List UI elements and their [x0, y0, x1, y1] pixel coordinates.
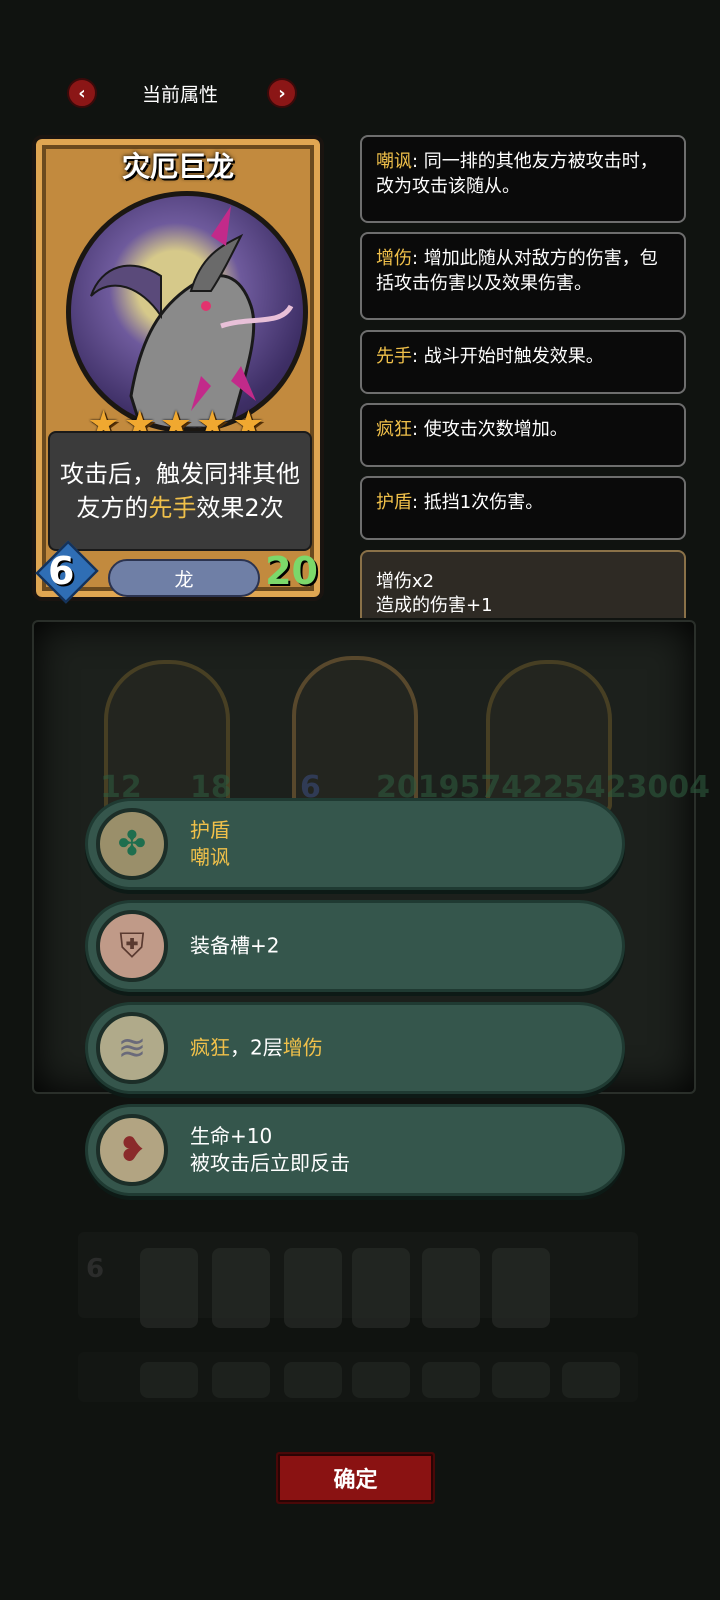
- keyword-taunt: 嘲讽: 同一排的其他友方被攻击时，改为攻击该随从。: [360, 135, 686, 223]
- prev-button[interactable]: ‹: [67, 78, 97, 108]
- buff-line-2: 造成的伤害+1: [376, 595, 493, 616]
- option-line: 嘲讽: [190, 845, 230, 869]
- option-line: 护盾: [190, 818, 230, 842]
- bg-mini-card: [284, 1248, 342, 1328]
- attack-value: 6: [48, 549, 75, 593]
- bg-mini-card: [562, 1362, 620, 1398]
- option-health-counter[interactable]: ❥ 生命+10 被攻击后立即反击: [85, 1104, 625, 1196]
- bg-mini-card: [140, 1248, 198, 1328]
- option-keyword: 疯狂: [190, 1035, 230, 1060]
- bg-mini-card: [422, 1362, 480, 1398]
- option-keyword: 增伤: [282, 1035, 323, 1060]
- keyword-first-strike: 先手: 战斗开始时触发效果。: [360, 330, 686, 394]
- bg-mini-card: [140, 1362, 198, 1398]
- option-line: 生命+10: [190, 1124, 273, 1148]
- health-value: 20: [265, 549, 318, 593]
- minion-card: 灾厄巨龙 ★★★★★ 攻击后，触发同排其他友方的先手效果2次 6 龙 20: [32, 135, 324, 604]
- keyword-shield: 护盾: 抵挡1次伤害。: [360, 476, 686, 540]
- race-tag: 龙: [108, 559, 260, 597]
- bg-mini-card: [492, 1248, 550, 1328]
- option-text: 疯狂，2层增伤: [190, 1035, 323, 1062]
- keyword-text: : 同一排的其他友方被攻击时，改为攻击该随从。: [376, 151, 658, 197]
- keyword-text: : 抵挡1次伤害。: [412, 492, 544, 513]
- option-shield-taunt[interactable]: ✤ 护盾 嘲讽: [85, 798, 625, 890]
- buff-line-1: 增伤x2: [376, 571, 435, 592]
- next-button[interactable]: ›: [267, 78, 297, 108]
- bg-mini-num: 6: [86, 1254, 105, 1284]
- keyword-name: 护盾: [376, 492, 412, 513]
- dragon-portrait: [66, 191, 308, 433]
- keyword-frenzy: 疯狂: 使攻击次数增加。: [360, 403, 686, 467]
- keyword-name: 疯狂: [376, 419, 412, 440]
- option-plain: ，2层: [230, 1035, 283, 1060]
- heart-claw-icon: ❥: [96, 1114, 168, 1186]
- option-equip-slot[interactable]: ⛨ 装备槽+2: [85, 900, 625, 992]
- keyword-text: : 战斗开始时触发效果。: [412, 346, 604, 367]
- keyword-name: 增伤: [376, 248, 412, 269]
- card-description: 攻击后，触发同排其他友方的先手效果2次: [48, 431, 312, 551]
- bg-mini-card: [492, 1362, 550, 1398]
- keyword-name: 先手: [376, 346, 412, 367]
- page-title: 当前属性: [141, 84, 218, 106]
- keyword-text: : 使攻击次数增加。: [412, 419, 568, 440]
- shield-creature-icon: ✤: [96, 808, 168, 880]
- bg-mini-card: [212, 1362, 270, 1398]
- armor-icon: ⛨: [96, 910, 168, 982]
- desc-keyword: 先手: [148, 494, 197, 522]
- confirm-button[interactable]: 确定: [276, 1452, 435, 1504]
- bg-mini-card: [422, 1248, 480, 1328]
- desc-text-2: 效果2次: [196, 494, 284, 522]
- option-text: 护盾 嘲讽: [190, 817, 230, 871]
- claw-icon: ≋: [96, 1012, 168, 1084]
- keyword-name: 嘲讽: [376, 151, 412, 172]
- option-frenzy-boost[interactable]: ≋ 疯狂，2层增伤: [85, 1002, 625, 1094]
- dragon-icon: [90, 206, 294, 428]
- bg-mini-card: [352, 1248, 410, 1328]
- bg-mini-card: [284, 1362, 342, 1398]
- option-text: 装备槽+2: [190, 933, 279, 960]
- option-line: 被攻击后立即反击: [190, 1151, 350, 1175]
- option-line: 疯狂，2层增伤: [190, 1035, 323, 1062]
- keyword-damage-boost: 增伤: 增加此随从对敌方的伤害，包括攻击伤害以及效果伤害。: [360, 232, 686, 320]
- buff-box: 增伤x2 造成的伤害+1: [360, 550, 686, 618]
- bg-mini-card: [212, 1248, 270, 1328]
- keyword-text: : 增加此随从对敌方的伤害，包括攻击伤害以及效果伤害。: [376, 248, 658, 294]
- card-name: 灾厄巨龙: [121, 150, 234, 183]
- option-line: 装备槽+2: [190, 933, 280, 958]
- bg-mini-card: [352, 1362, 410, 1398]
- option-text: 生命+10 被攻击后立即反击: [190, 1123, 350, 1177]
